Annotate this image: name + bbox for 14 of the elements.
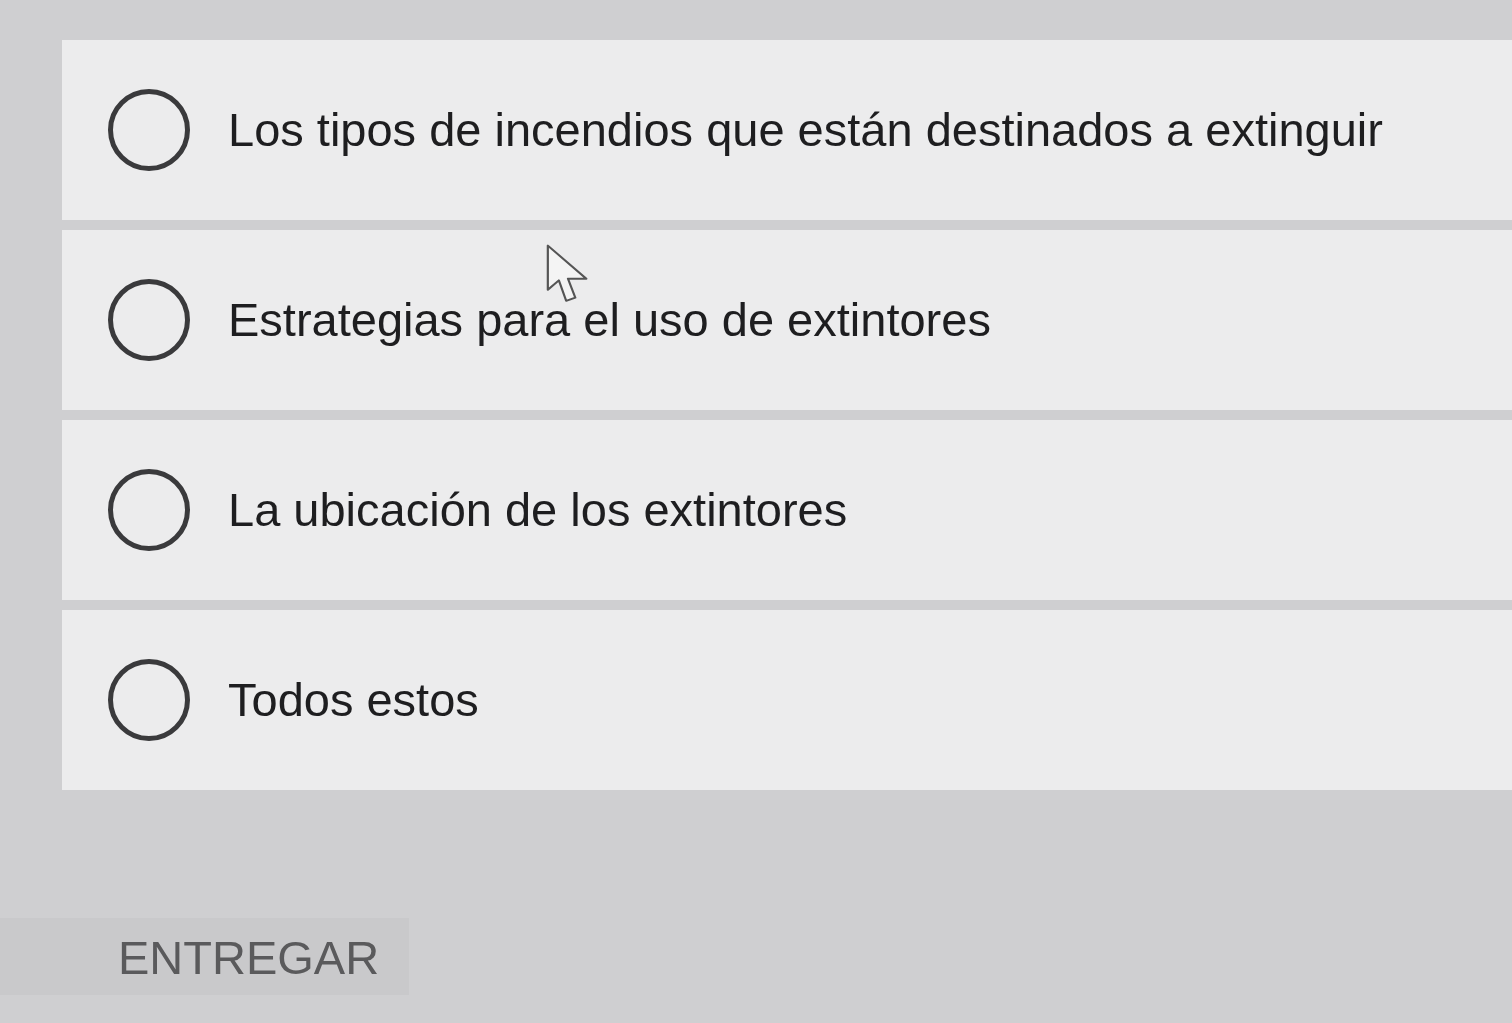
submit-button[interactable]: ENTREGAR xyxy=(0,918,410,995)
option-label: Todos estos xyxy=(228,672,479,727)
radio-button[interactable] xyxy=(108,279,190,361)
answer-option[interactable]: Estrategias para el uso de extintores xyxy=(62,230,1512,410)
answer-option[interactable]: Todos estos xyxy=(62,610,1512,790)
option-label: Los tipos de incendios que están destinados a extinguir xyxy=(228,102,1383,157)
answer-option[interactable]: La ubicación de los extintores xyxy=(62,420,1512,600)
mouse-pointer-icon xyxy=(546,244,590,304)
radio-button[interactable] xyxy=(108,469,190,551)
option-label: Estrategias para el uso de extintores xyxy=(228,292,991,347)
answer-option[interactable]: Los tipos de incendios que están destinados a extinguir xyxy=(62,40,1512,220)
radio-button[interactable] xyxy=(108,89,190,171)
option-label: La ubicación de los extintores xyxy=(228,482,848,537)
radio-button[interactable] xyxy=(108,659,190,741)
